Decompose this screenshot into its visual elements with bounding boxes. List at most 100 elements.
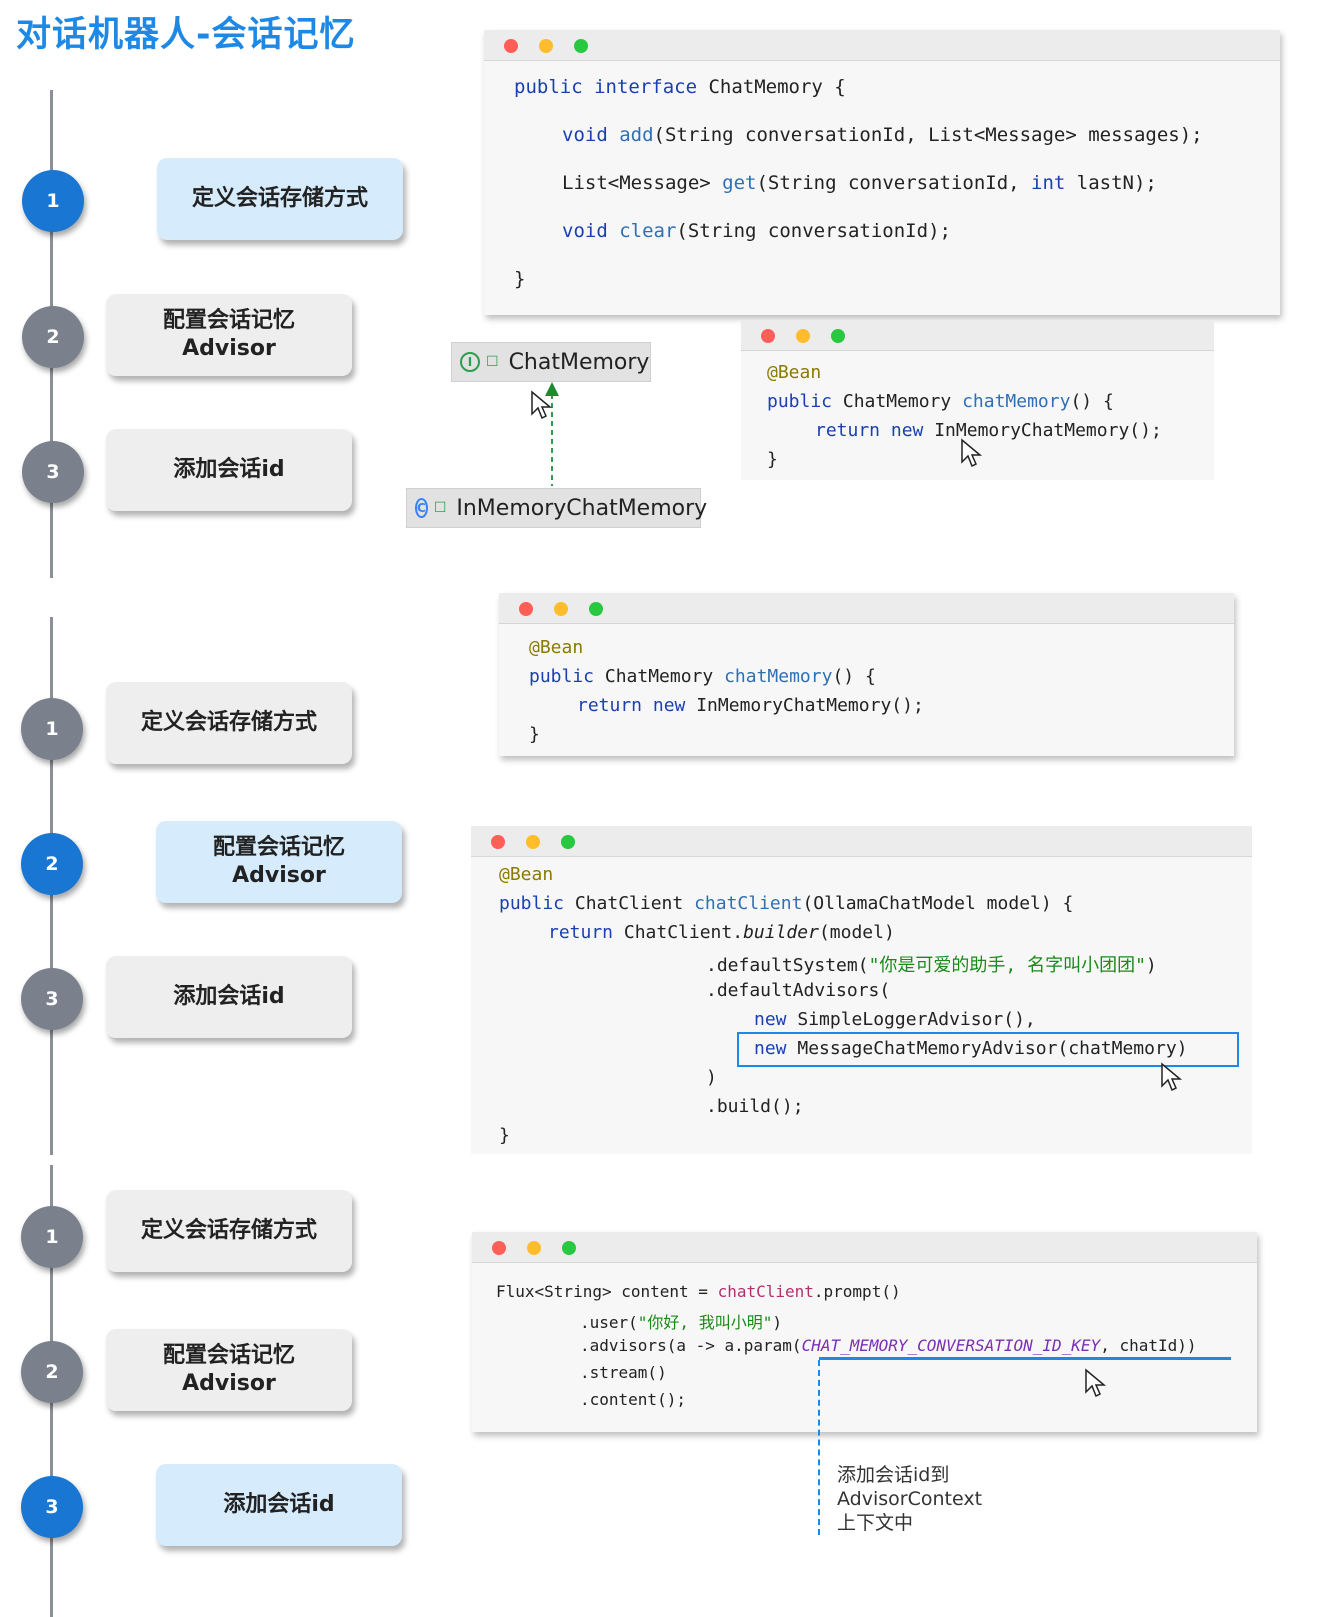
code-line: .advisors(a -> a.param(CHAT_MEMORY_CONVE… [580,1336,1197,1355]
code-line: List<Message> get(String conversationId,… [562,172,1157,194]
code-line: new SimpleLoggerAdvisor(), [754,1009,1036,1030]
code-line: void add(String conversationId, List<Mes… [562,124,1203,146]
step-box-define-storage[interactable]: 定义会话存储方式 [106,682,352,764]
unlock-icon: ☐ [486,354,499,370]
step-box-add-session-id[interactable]: 添加会话id [156,1464,402,1546]
code-line: return new InMemoryChatMemory(); [815,420,1162,441]
note-line: 添加会话id到 [837,1464,950,1486]
window-titlebar [484,30,1280,61]
code-line: } [514,268,526,290]
maximize-dot-icon [561,835,575,849]
page-title: 对话机器人-会话记忆 [16,15,356,55]
code-line: void clear(String conversationId); [562,220,951,242]
uml-interface-chatmemory[interactable]: I ☐ ChatMemory [451,342,651,382]
uml-name: ChatMemory [508,349,650,375]
code-line: } [529,724,540,745]
step-box-config-advisor[interactable]: 配置会话记忆 Advisor [156,821,402,903]
step-label: 添加会话id [173,457,285,482]
code-line: .content(); [580,1390,686,1409]
code-line: @Bean [529,637,584,658]
code-line: .build(); [706,1096,804,1117]
uml-name: InMemoryChatMemory [456,495,708,521]
step-label-sub: Advisor [182,336,276,361]
step-box-config-advisor[interactable]: 配置会话记忆 Advisor [106,1329,352,1411]
window-titlebar [499,593,1234,624]
step-label: 添加会话id [223,1492,335,1517]
code-line: .defaultAdvisors( [706,980,891,1001]
dashed-connector [818,1360,820,1535]
step-label: 定义会话存储方式 [140,1218,317,1243]
step-label: 配置会话记忆 [162,308,295,333]
step-box-define-storage[interactable]: 定义会话存储方式 [106,1190,352,1272]
step-box-add-session-id[interactable]: 添加会话id [106,956,352,1038]
annotation-note: 添加会话id到 AdvisorContext 上下文中 [837,1463,982,1535]
step-label: 配置会话记忆 [162,1343,295,1368]
code-line: @Bean [767,362,822,383]
minimize-dot-icon [539,39,553,53]
code-line: Flux<String> content = chatClient.prompt… [496,1282,901,1301]
cursor-icon [1161,1062,1183,1092]
maximize-dot-icon [589,602,603,616]
maximize-dot-icon [831,329,845,343]
minimize-dot-icon [554,602,568,616]
step-box-add-session-id[interactable]: 添加会话id [106,429,352,511]
step-circle-2: 2 [22,306,84,368]
step-circle-3: 3 [21,1476,83,1538]
minimize-dot-icon [796,329,810,343]
code-line: public interface ChatMemory { [514,76,846,98]
cursor-icon [961,438,983,468]
close-dot-icon [519,602,533,616]
step-circle-1: 1 [21,1206,83,1268]
code-line: public ChatMemory chatMemory() { [767,391,1114,412]
code-line: ) [706,1067,717,1088]
code-line: .user("你好, 我叫小明") [580,1313,782,1332]
close-dot-icon [492,1241,506,1255]
unlock-icon: ☐ [433,500,447,516]
note-line: AdvisorContext [837,1488,983,1510]
interface-icon: I [460,352,480,372]
step-box-config-advisor[interactable]: 配置会话记忆 Advisor [106,294,352,376]
step-label-sub: Advisor [182,1371,276,1396]
step-circle-1: 1 [21,698,83,760]
step-label: 定义会话存储方式 [191,186,368,211]
code-line: } [767,449,778,470]
code-line: return new InMemoryChatMemory(); [577,695,924,716]
code-window-prompt: Flux<String> content = chatClient.prompt… [472,1232,1257,1432]
uml-class-inmemorychatmemory[interactable]: C ☐ InMemoryChatMemory [406,488,707,528]
underline-highlight [819,1357,1231,1360]
close-dot-icon [761,329,775,343]
minimize-dot-icon [526,835,540,849]
step-circle-3: 3 [21,968,83,1030]
code-window-chatclient: @Bean public ChatClient chatClient(Ollam… [471,826,1252,1154]
step-circle-2: 2 [21,1341,83,1403]
code-window-interface: public interface ChatMemory { void add(S… [484,30,1280,315]
code-line: .defaultSystem("你是可爱的助手, 名字叫小团团") [706,955,1157,976]
code-line: @Bean [499,864,554,885]
step-label: 添加会话id [173,984,285,1009]
close-dot-icon [504,39,518,53]
step-label: 定义会话存储方式 [140,710,317,735]
window-titlebar [741,320,1214,351]
step-box-define-storage[interactable]: 定义会话存储方式 [157,158,403,240]
code-line: public ChatClient chatClient(OllamaChatM… [499,893,1074,914]
cursor-icon [531,390,553,420]
class-icon: C [415,498,428,518]
minimize-dot-icon [527,1241,541,1255]
window-titlebar [471,826,1252,857]
step-circle-3: 3 [22,441,84,503]
code-line: return ChatClient.builder(model) [548,922,895,943]
maximize-dot-icon [562,1241,576,1255]
note-line: 上下文中 [837,1512,914,1534]
code-window-bean-2: @Bean public ChatMemory chatMemory() { r… [499,593,1234,756]
window-titlebar [472,1232,1257,1263]
code-line: public ChatMemory chatMemory() { [529,666,876,687]
step-label-sub: Advisor [232,863,326,888]
code-line: } [499,1125,510,1146]
step-circle-1: 1 [22,170,84,232]
step-circle-2: 2 [21,833,83,895]
step-label: 配置会话记忆 [212,835,345,860]
cursor-icon [1085,1368,1107,1398]
code-line: .stream() [580,1363,667,1382]
maximize-dot-icon [574,39,588,53]
close-dot-icon [491,835,505,849]
